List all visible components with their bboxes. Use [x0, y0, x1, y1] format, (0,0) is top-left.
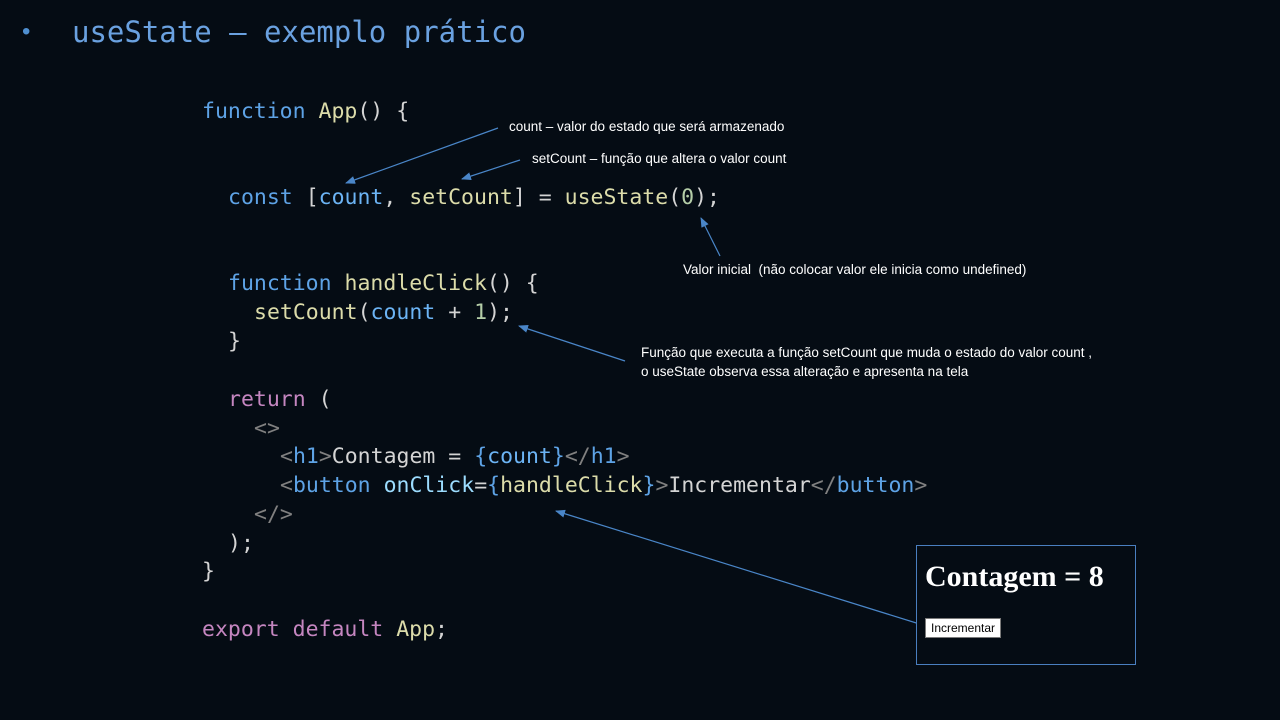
increment-button[interactable]: Incrementar — [925, 618, 1002, 638]
preview-heading: Contagem = 8 — [925, 560, 1104, 593]
arrow-function — [518, 325, 626, 362]
arrow-onclick — [555, 509, 927, 627]
rendered-preview: Contagem = 8 Incrementar — [916, 545, 1136, 665]
arrow-initial — [700, 217, 721, 257]
arrow-setcount — [461, 159, 521, 180]
